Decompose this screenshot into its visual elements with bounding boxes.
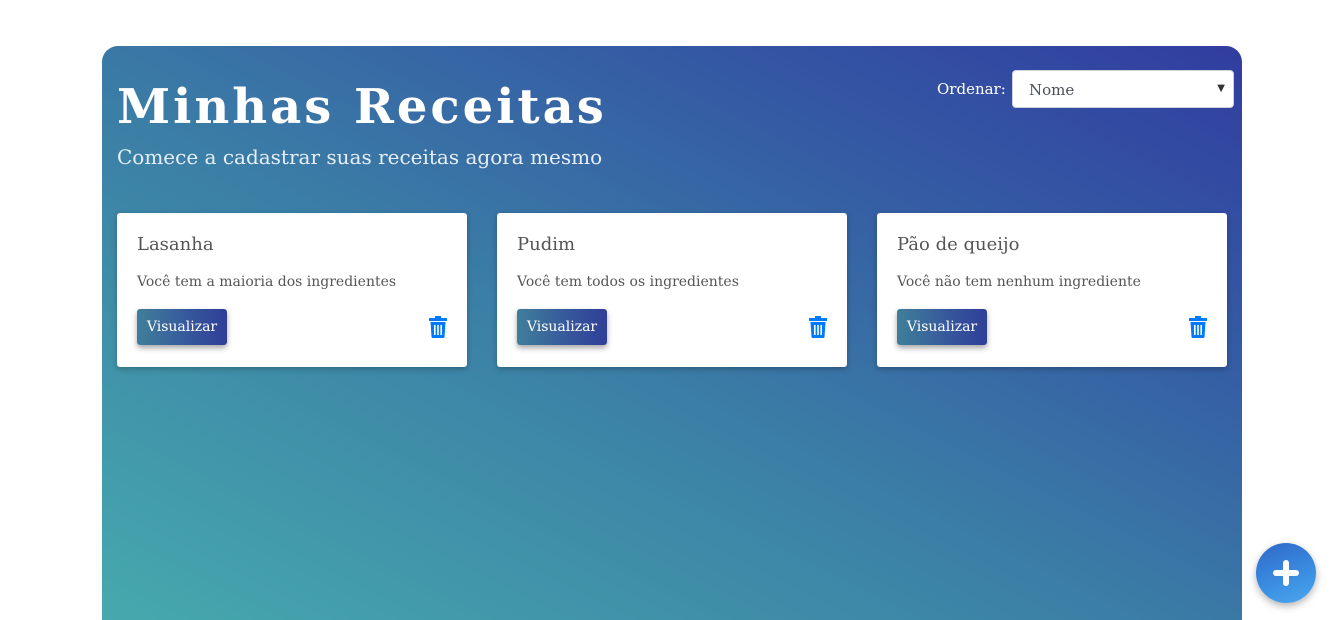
recipes-panel: Minhas Receitas Comece a cadastrar suas … (102, 46, 1242, 620)
recipe-ingredient-status: Você não tem nenhum ingrediente (897, 274, 1141, 290)
add-recipe-button[interactable] (1256, 543, 1316, 603)
recipe-ingredient-status: Você tem todos os ingredientes (517, 274, 739, 290)
page-subtitle: Comece a cadastrar suas receitas agora m… (117, 145, 603, 169)
view-recipe-button[interactable]: Visualizar (897, 309, 987, 345)
recipe-name: Pão de queijo (897, 234, 1020, 255)
recipe-card: Pão de queijo Você não tem nenhum ingred… (877, 213, 1227, 367)
trash-icon[interactable] (1189, 316, 1207, 338)
recipe-ingredient-status: Você tem a maioria dos ingredientes (137, 274, 397, 290)
recipe-card: Lasanha Você tem a maioria dos ingredien… (117, 213, 467, 367)
view-recipe-button[interactable]: Visualizar (517, 309, 607, 345)
trash-icon[interactable] (429, 316, 447, 338)
sort-selected-value: Nome (1029, 81, 1075, 99)
recipe-card: Pudim Você tem todos os ingredientes Vis… (497, 213, 847, 367)
caret-down-icon: ▼ (1217, 83, 1225, 94)
sort-label: Ordenar: (937, 80, 1006, 98)
recipe-name: Lasanha (137, 234, 214, 255)
plus-icon (1273, 560, 1299, 586)
trash-icon[interactable] (809, 316, 827, 338)
view-recipe-button[interactable]: Visualizar (137, 309, 227, 345)
sort-select[interactable]: Nome ▼ (1012, 70, 1234, 108)
recipe-name: Pudim (517, 234, 576, 255)
page-title: Minhas Receitas (117, 79, 607, 135)
